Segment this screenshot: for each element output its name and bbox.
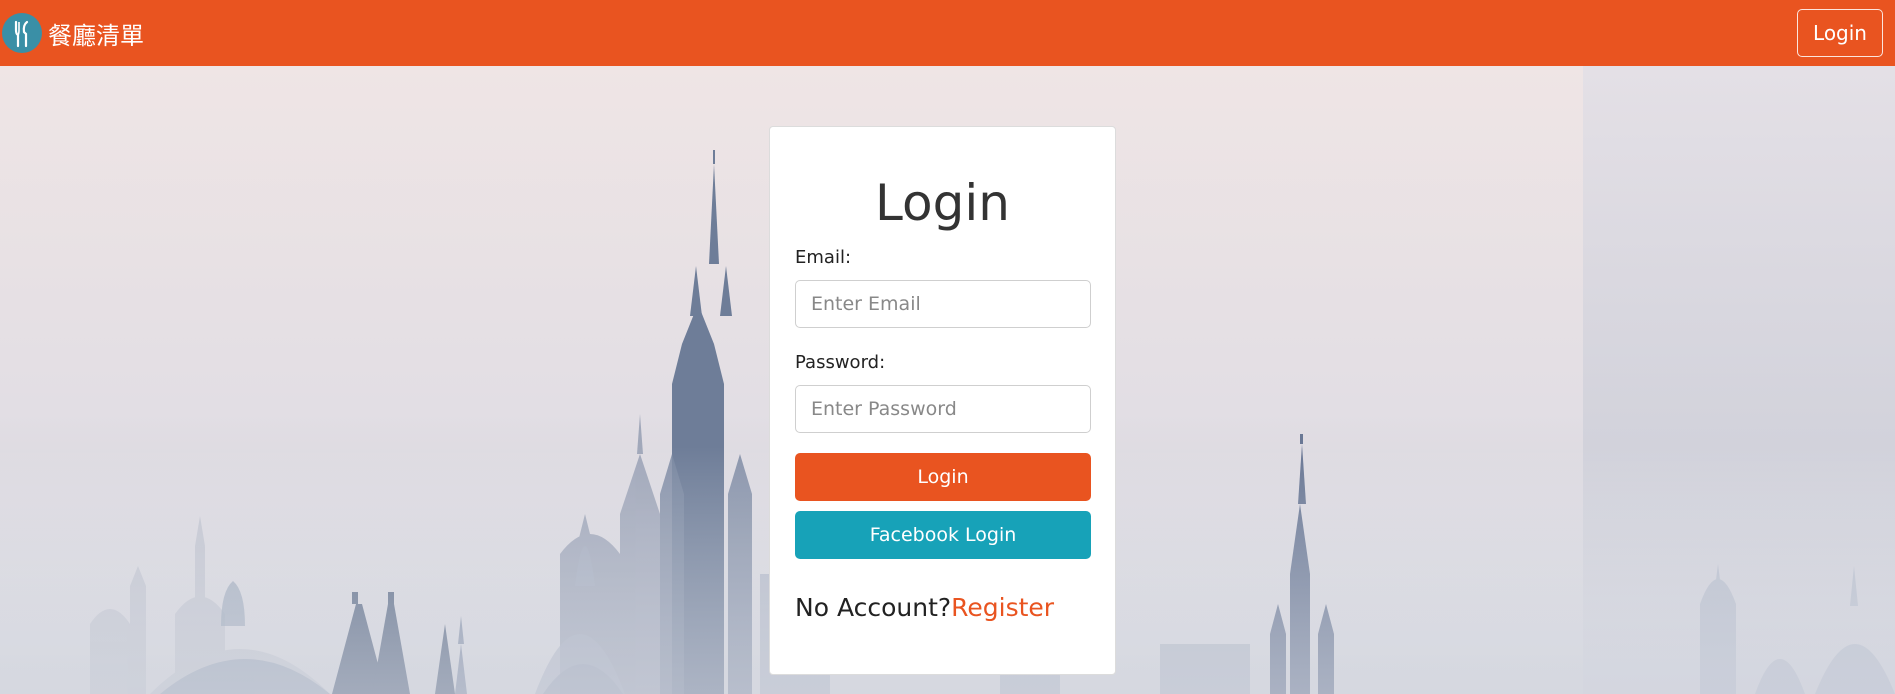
login-button[interactable]: Login (795, 453, 1091, 501)
register-link[interactable]: Register (951, 593, 1054, 622)
no-account-text: No Account? (795, 593, 952, 622)
utensils-icon (2, 13, 42, 53)
email-input[interactable] (795, 280, 1091, 328)
register-prompt: No Account?Register (795, 593, 1090, 622)
nav-login-button[interactable]: Login (1797, 9, 1883, 57)
login-title: Login (875, 174, 1010, 232)
brand-title: 餐廳清單 (48, 21, 144, 50)
password-input[interactable] (795, 385, 1091, 433)
navbar: 餐廳清單 Login (0, 0, 1895, 66)
email-label: Email: (795, 247, 852, 268)
facebook-login-button[interactable]: Facebook Login (795, 511, 1091, 559)
login-card: Login Email: Password: Login Facebook Lo… (769, 126, 1116, 675)
password-label: Password: (795, 352, 886, 373)
brand[interactable]: 餐廳清單 (2, 13, 144, 53)
